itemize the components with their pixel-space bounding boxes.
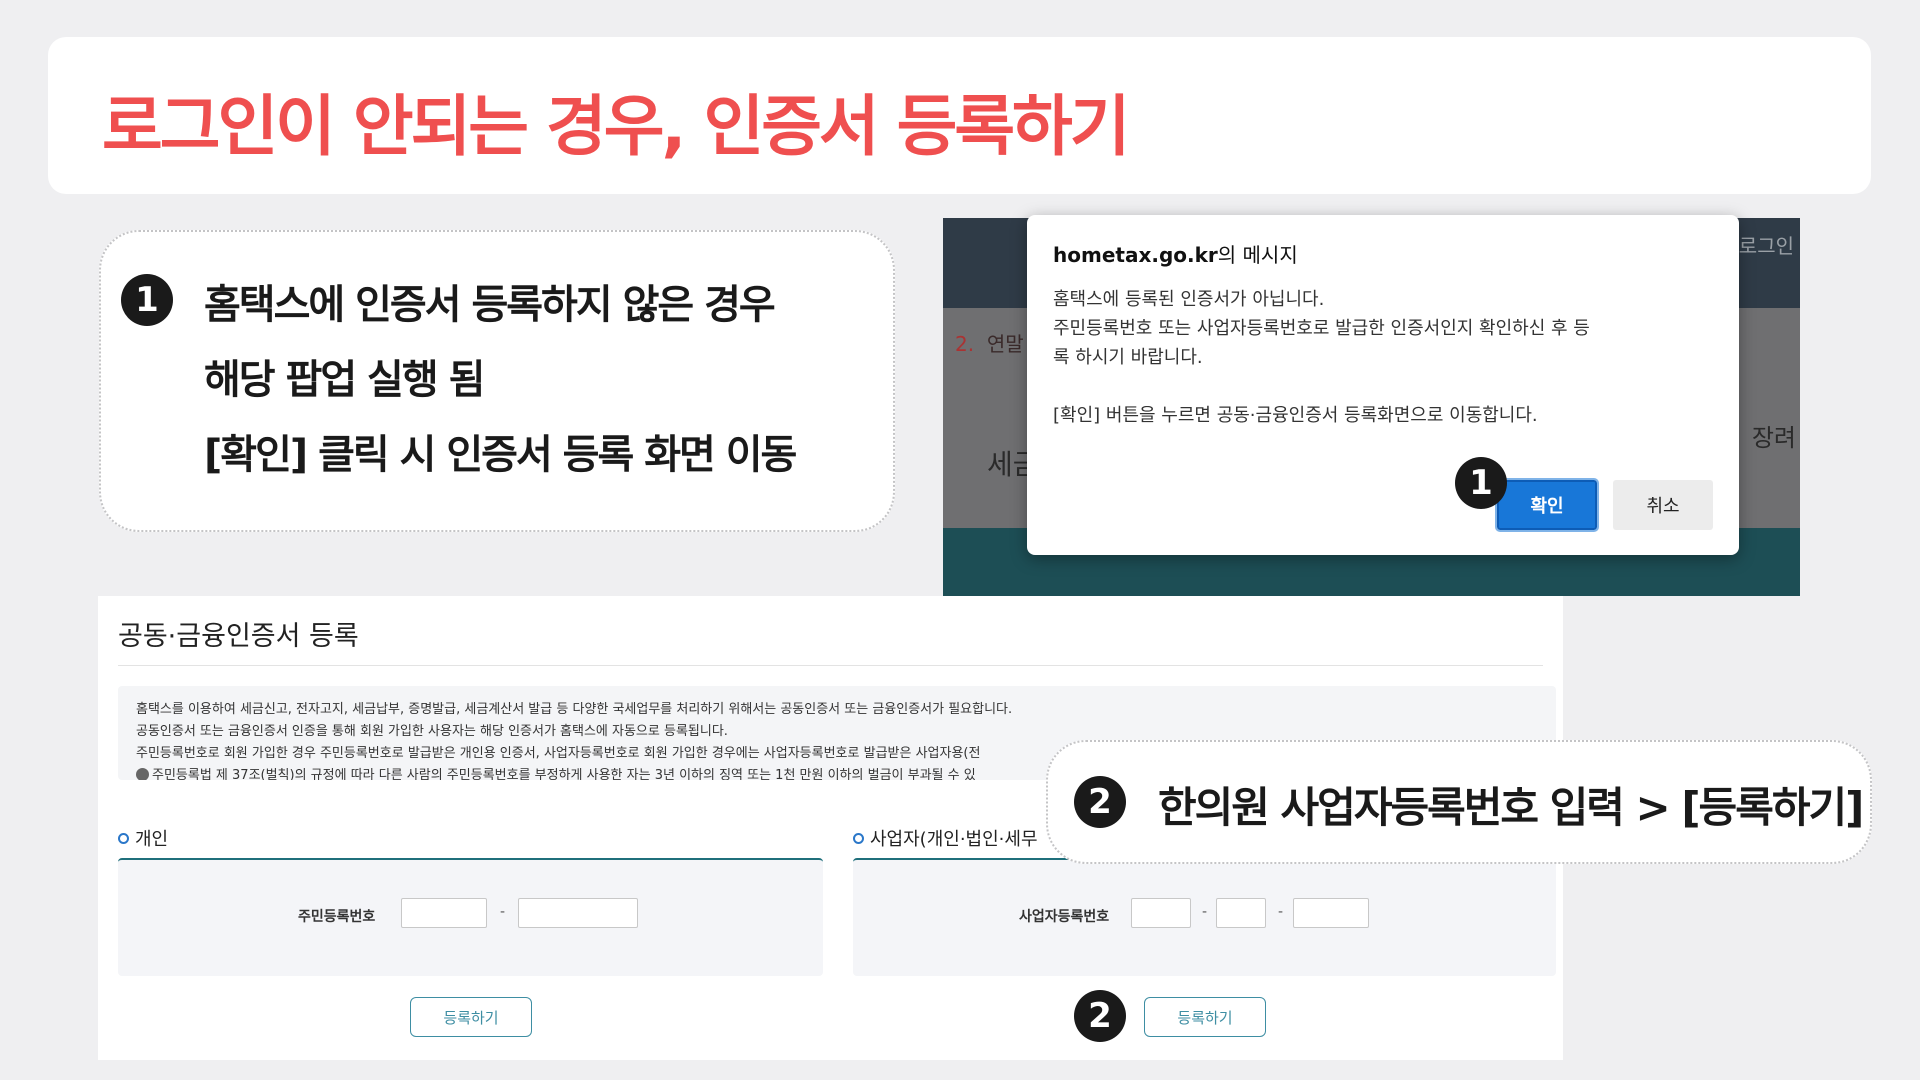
info-line4: 주민등록법 제 37조(벌칙)의 규정에 따라 다른 사람의 주민등록번호를 부… [136, 764, 976, 780]
info-line2: 공동인증서 또는 금융인증서 인증을 통해 회원 가입한 사용자는 해당 인증서… [136, 724, 728, 739]
business-number-separator-1: - [1202, 904, 1208, 920]
personal-register-button[interactable]: 등록하기 [410, 997, 532, 1037]
business-input-box: 사업자등록번호 - - [853, 858, 1556, 976]
step1-line2: 해당 팝업 실행 됨 [204, 357, 485, 403]
business-number-input-2[interactable] [1216, 898, 1266, 928]
business-section-label: 사업자(개인·법인·세무 [853, 825, 1038, 851]
resident-number-separator: - [500, 904, 506, 920]
business-number-label: 사업자등록번호 [1019, 909, 1110, 925]
step1-line1: 홈택스에 인증서 등록하지 않은 경우 [204, 282, 776, 328]
business-label-text: 사업자(개인·법인·세무 [870, 829, 1038, 850]
personal-input-box: 주민등록번호 - [118, 858, 823, 976]
personal-section-label: 개인 [118, 825, 168, 851]
resident-number-label: 주민등록번호 [298, 909, 376, 925]
resident-number-back-input[interactable] [518, 898, 638, 928]
site-step-number: 2. [955, 332, 975, 356]
resident-number-front-input[interactable] [401, 898, 487, 928]
personal-label-text: 개인 [135, 829, 169, 850]
info-line1: 홈택스를 이용하여 세금신고, 전자고지, 세금납부, 증명발급, 세금계산서 … [136, 702, 1013, 717]
dialog-message-line1: 홈택스에 등록된 인증서가 아닙니다. [1053, 289, 1325, 310]
business-number-separator-2: - [1278, 904, 1284, 920]
step2-text: 한의원 사업자등록번호 입력 > [등록하기] [1158, 783, 1864, 832]
radio-ring-icon [118, 833, 129, 844]
title-divider [118, 665, 1543, 666]
dialog-title: hometax.go.kr의 메시지 [1053, 239, 1298, 268]
warning-icon [136, 768, 149, 780]
business-register-button[interactable]: 등록하기 [1144, 997, 1266, 1037]
dialog-message-line4: [확인] 버튼을 누르면 공동·금융인증서 등록화면으로 이동합니다. [1053, 405, 1538, 426]
confirm-button[interactable]: 확인 [1495, 478, 1599, 532]
site-step-fragment: 2. 연말 [955, 328, 1024, 357]
step2-number-badge: 2 [1074, 776, 1126, 828]
title-card: 로그인이 안되는 경우, 인증서 등록하기 [48, 37, 1871, 194]
page-title: 로그인이 안되는 경우, 인증서 등록하기 [102, 88, 1131, 165]
business-number-input-1[interactable] [1131, 898, 1191, 928]
cancel-button[interactable]: 취소 [1613, 480, 1713, 530]
registration-title: 공동·금융인증서 등록 [118, 621, 359, 652]
info-line4-text: 주민등록법 제 37조(벌칙)의 규정에 따라 다른 사람의 주민등록번호를 부… [152, 768, 976, 780]
step2-note: 2 한의원 사업자등록번호 입력 > [등록하기] [1046, 740, 1872, 864]
step2-register-badge: 2 [1074, 990, 1126, 1042]
hometax-alert-dialog: hometax.go.kr의 메시지 홈택스에 등록된 인증서가 아닙니다. 주… [1027, 215, 1739, 555]
site-right-fragment: 장려 [1751, 424, 1796, 452]
dialog-message-line3: 록 하시기 바랍니다. [1053, 347, 1203, 368]
step1-line3: [확인] 클릭 시 인증서 등록 화면 이동 [204, 432, 797, 478]
step1-note: 1 홈택스에 인증서 등록하지 않은 경우 해당 팝업 실행 됨 [확인] 클릭… [99, 230, 895, 532]
dialog-title-domain: hometax.go.kr [1053, 243, 1218, 267]
dialog-title-rest: 의 메시지 [1217, 243, 1298, 267]
info-line3: 주민등록번호로 회원 가입한 경우 주민등록번호로 발급받은 개인용 인증서, … [136, 746, 981, 761]
radio-ring-icon [853, 833, 864, 844]
site-login-fragment: 로그인 [1738, 234, 1794, 258]
step1-number-badge: 1 [121, 274, 173, 326]
dialog-message-line2: 주민등록번호 또는 사업자등록번호로 발급한 인증서인지 확인하신 후 등 [1053, 318, 1590, 339]
dialog-step1-badge: 1 [1455, 457, 1507, 509]
business-number-input-3[interactable] [1293, 898, 1369, 928]
site-step-text: 연말 [986, 332, 1024, 356]
